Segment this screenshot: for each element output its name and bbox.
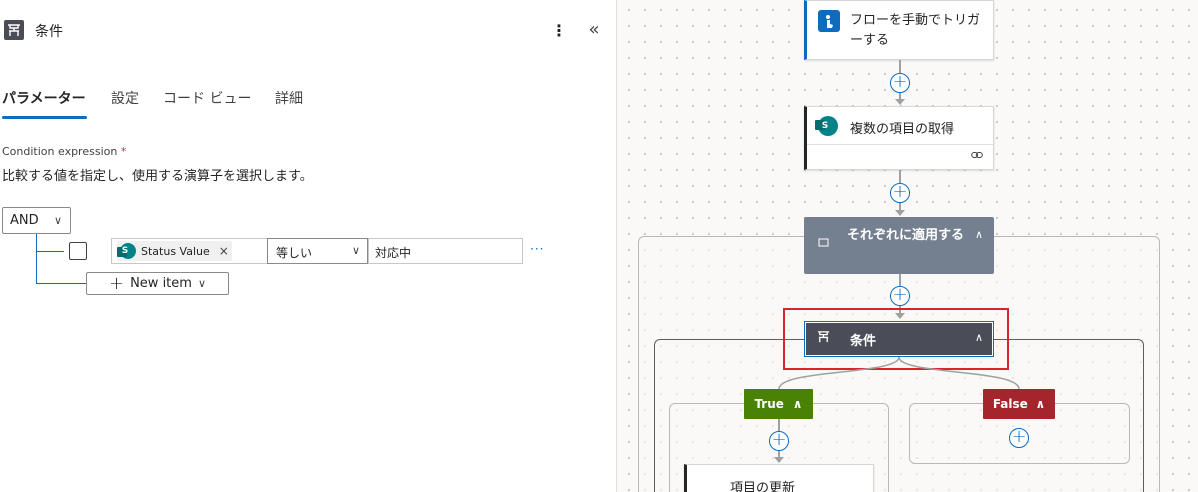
chevron-up-icon[interactable]: ∧ (975, 331, 983, 344)
get-items-card[interactable] (804, 106, 994, 170)
connector-line (899, 203, 901, 210)
row-checkbox[interactable] (69, 242, 87, 260)
tab-code-view[interactable]: コード ビュー (163, 88, 251, 112)
link-icon[interactable] (971, 151, 983, 162)
more-vertical-icon[interactable]: ⋮ (551, 20, 567, 42)
close-icon[interactable]: × (219, 244, 229, 258)
tree-connector (36, 234, 37, 283)
tree-connector (36, 283, 86, 284)
condition-label-text: Condition expression (2, 145, 118, 158)
manual-trigger-icon (818, 10, 840, 32)
active-tab-indicator (2, 116, 87, 119)
arrow-down-icon (895, 99, 905, 105)
insert-step-button[interactable]: + (890, 73, 910, 93)
tab-parameters[interactable]: パラメーター (2, 88, 86, 112)
update-item-label: 項目の更新 (730, 481, 796, 492)
new-item-button[interactable]: + New item ∨ (86, 272, 229, 295)
chevron-down-icon: ∨ (53, 214, 62, 227)
more-horizontal-icon[interactable]: ··· (530, 242, 544, 256)
true-branch-label: True (754, 397, 784, 411)
insert-step-button[interactable]: + (769, 431, 789, 451)
right-operand-field[interactable]: 対応中 (368, 238, 523, 264)
operator-value: 等しい (276, 246, 313, 260)
chevron-down-icon: ∨ (197, 277, 206, 290)
condition-icon (4, 20, 24, 40)
token-label: Status Value (141, 244, 210, 258)
condition-icon (817, 330, 830, 346)
loop-icon (818, 238, 829, 250)
apply-to-each-label: それぞれに適用する (847, 228, 965, 243)
condition-description: 比較する値を指定し、使用する演算子を選択します。 (2, 169, 313, 184)
sharepoint-icon: S (815, 116, 838, 136)
sharepoint-icon: S (117, 243, 136, 259)
branch-connectors (778, 356, 1020, 390)
false-branch-label: False (992, 397, 1028, 411)
condition-expression-label: Condition expression * (2, 145, 126, 158)
operator-select[interactable]: 等しい ∨ (267, 238, 368, 264)
arrow-down-icon (895, 210, 905, 216)
tab-settings[interactable]: 設定 (111, 88, 139, 112)
condition-card[interactable] (804, 321, 994, 357)
insert-step-button[interactable]: + (890, 286, 910, 306)
arrow-down-icon (774, 457, 784, 463)
insert-step-button[interactable]: + (890, 183, 910, 203)
tab-details[interactable]: 詳細 (275, 88, 303, 112)
chevron-up-icon[interactable]: ∧ (975, 228, 983, 241)
chevron-down-icon: ∨ (351, 244, 360, 257)
group-operator-value: AND (10, 213, 39, 228)
new-item-label: New item (130, 276, 192, 291)
chevron-up-icon[interactable]: ∧ (1035, 397, 1045, 411)
card-divider (807, 144, 993, 145)
get-items-label: 複数の項目の取得 (850, 122, 955, 137)
condition-card-label: 条件 (850, 334, 877, 349)
chevron-up-icon[interactable]: ∧ (793, 397, 803, 411)
double-chevron-left-icon[interactable]: « (585, 19, 603, 41)
false-branch-header[interactable]: False ∧ (983, 389, 1055, 419)
tree-connector (36, 251, 64, 252)
group-operator-select[interactable]: AND ∨ (2, 207, 71, 234)
trigger-label: フローを手動でトリガーする (850, 13, 981, 48)
dynamic-content-token[interactable]: S Status Value × (117, 241, 232, 261)
required-mark: * (120, 145, 127, 158)
add-icon: + (108, 272, 125, 294)
insert-step-button[interactable]: + (1009, 428, 1029, 448)
true-branch-header[interactable]: True ∧ (744, 389, 813, 419)
panel-title: 条件 (35, 24, 63, 40)
